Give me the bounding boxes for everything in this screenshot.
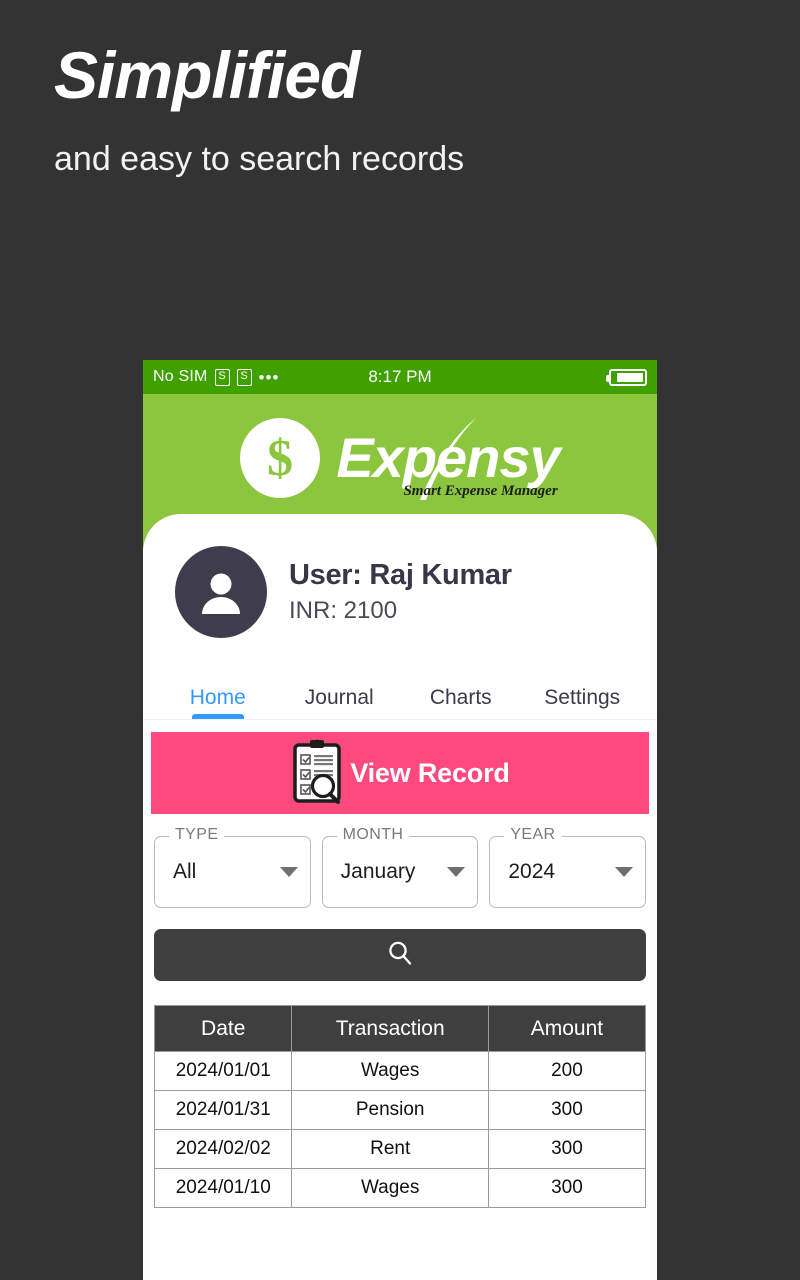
chevron-down-icon: [615, 867, 634, 877]
column-header-amount[interactable]: Amount: [487, 1005, 647, 1052]
type-dropdown[interactable]: TYPE All: [154, 826, 311, 908]
cell-transaction: Wages: [291, 1051, 489, 1091]
cell-amount: 300: [487, 1090, 647, 1130]
content-card: User: Raj Kumar INR: 2100 Home Journal C…: [143, 514, 657, 1274]
brand-tagline: Smart Expense Manager: [403, 483, 558, 499]
user-profile: User: Raj Kumar INR: 2100: [143, 532, 657, 644]
user-profile-text: User: Raj Kumar INR: 2100: [289, 559, 512, 625]
cell-transaction: Pension: [291, 1090, 489, 1130]
user-avatar-icon: [175, 546, 267, 638]
promo-headline: Simplified: [54, 38, 360, 112]
chevron-down-icon: [447, 867, 466, 877]
cell-transaction: Rent: [291, 1129, 489, 1169]
search-button[interactable]: [154, 929, 646, 981]
month-label: MONTH: [336, 826, 410, 844]
tab-home[interactable]: Home: [157, 660, 279, 719]
cell-date: 2024/01/31: [153, 1090, 293, 1130]
table-head: Date Transaction Amount: [153, 1005, 647, 1052]
column-header-transaction[interactable]: Transaction: [291, 1005, 489, 1052]
chevron-down-icon: [279, 867, 298, 877]
user-name: User: Raj Kumar: [289, 559, 512, 591]
user-balance: INR: 2100: [289, 597, 398, 624]
filter-row: TYPE All MONTH January YEAR 2024: [143, 814, 657, 908]
svg-text:$: $: [267, 430, 293, 487]
year-label: YEAR: [504, 826, 562, 844]
promo-subtitle: and easy to search records: [54, 140, 465, 179]
tab-charts[interactable]: Charts: [400, 660, 522, 719]
status-bar: No SIM ••• 8:17 PM: [143, 360, 657, 394]
cell-amount: 300: [487, 1129, 647, 1169]
month-value: January: [340, 860, 416, 883]
battery-icon: [606, 368, 647, 386]
table-body: 2024/01/01 Wages 200 2024/01/31 Pension …: [153, 1051, 647, 1208]
records-table: Date Transaction Amount 2024/01/01 Wages…: [153, 1005, 647, 1208]
table-row[interactable]: 2024/02/02 Rent 300: [153, 1129, 647, 1169]
status-bar-right: [606, 368, 647, 386]
brand-name: Expensy: [336, 426, 560, 489]
year-value: 2024: [508, 860, 556, 883]
search-icon: [386, 939, 414, 972]
tab-settings[interactable]: Settings: [522, 660, 644, 719]
cell-transaction: Wages: [291, 1168, 489, 1208]
cell-amount: 300: [487, 1168, 647, 1208]
promo-copy: Simplified and easy to search records: [54, 38, 694, 184]
records-table-wrapper: Date Transaction Amount 2024/01/01 Wages…: [143, 981, 657, 1208]
year-dropdown[interactable]: YEAR 2024: [489, 826, 647, 908]
table-row[interactable]: 2024/01/31 Pension 300: [153, 1090, 647, 1130]
type-label: TYPE: [169, 826, 225, 844]
cell-date: 2024/01/10: [153, 1168, 293, 1208]
cell-amount: 200: [487, 1051, 647, 1091]
clipboard-search-icon: [290, 738, 344, 809]
dollar-coin-icon: $: [240, 418, 321, 498]
view-record-button[interactable]: View Record: [151, 732, 649, 814]
table-row[interactable]: 2024/01/01 Wages 200: [153, 1051, 647, 1091]
status-bar-clock: 8:17 PM: [368, 367, 432, 386]
cell-date: 2024/02/02: [153, 1129, 293, 1169]
phone-screenshot: No SIM ••• 8:17 PM $ Expensy: [143, 360, 657, 1280]
table-header-row: Date Transaction Amount: [153, 1005, 647, 1052]
table-row[interactable]: 2024/01/10 Wages 300: [153, 1168, 647, 1208]
column-header-date[interactable]: Date: [153, 1005, 293, 1052]
view-record-label: View Record: [350, 757, 510, 788]
brand-logo: $ Expensy Smart Expense Manager: [143, 394, 657, 522]
month-dropdown[interactable]: MONTH January: [321, 826, 479, 908]
type-value: All: [173, 860, 197, 883]
battery-level: [617, 372, 643, 382]
brand-wordmark: Expensy Smart Expense Manager: [336, 418, 561, 500]
tab-journal[interactable]: Journal: [279, 660, 401, 719]
tab-bar: Home Journal Charts Settings: [143, 660, 657, 720]
cell-date: 2024/01/01: [153, 1051, 293, 1091]
